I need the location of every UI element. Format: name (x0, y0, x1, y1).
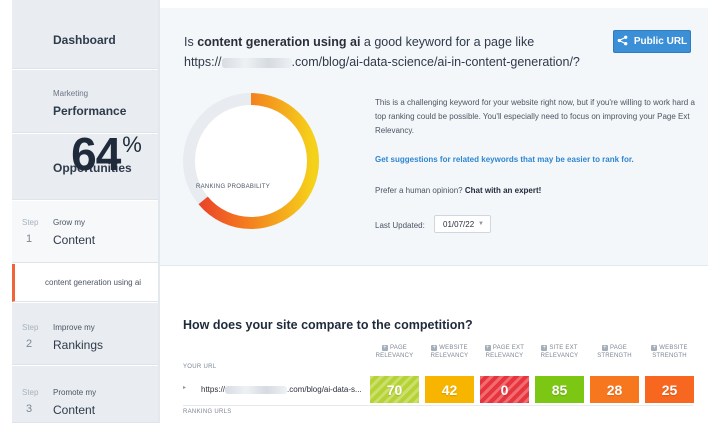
score-cell[interactable]: 42 (425, 376, 474, 403)
column-header-line2: RELEVANCY (485, 353, 524, 359)
sidebar-item-dashboard[interactable]: Dashboard (12, 0, 158, 69)
step-word: Step (22, 218, 39, 227)
ranking-probability-gauge (183, 93, 319, 229)
chevron-down-icon: ▼ (478, 221, 484, 227)
share-icon (617, 35, 628, 49)
column-header-line2: RELEVANCY (540, 353, 579, 359)
column-header-line2: RELEVANCY (430, 353, 469, 359)
sidebar-item-marketing-performance[interactable]: Marketing Performance (12, 70, 158, 133)
column-header-line1: PAGE (389, 345, 408, 351)
column-header-line1: WEBSITE (439, 345, 468, 351)
question-suffix: a good keyword for a page like (360, 35, 535, 49)
score-cell[interactable]: 0 (480, 376, 529, 403)
sidebar: Dashboard Marketing Performance Opportun… (0, 0, 160, 423)
advice-description: This is a challenging keyword for your w… (375, 98, 695, 135)
sidebar-item-sublabel: Marketing (53, 89, 89, 98)
sidebar-item-step-1[interactable]: Step 1 Grow my Content (12, 201, 158, 263)
column-header[interactable]: + PAGE EXT RELEVANCY (477, 344, 532, 360)
info-plus-icon: + (651, 345, 658, 351)
sidebar-item-label: Content (53, 403, 96, 417)
sidebar-item-label: Rankings (53, 338, 104, 352)
score-cell[interactable]: 70 (370, 376, 419, 403)
url-suffix: .com/blog/ai-data-science/ai-in-content-… (291, 55, 580, 69)
sidebar-item-step-2[interactable]: Step 2 Improve my Rankings (12, 303, 158, 365)
column-header-line2: RELEVANCY (375, 353, 414, 359)
last-updated-label: Last Updated: (375, 221, 425, 230)
column-header-line1: PAGE EXT (492, 345, 525, 351)
expand-row-caret-icon[interactable]: ▸ (183, 384, 186, 391)
page-url: https:// .com/blog/ai-data-science/ai-in-… (184, 55, 580, 69)
sidebar-item-label: Performance (53, 104, 127, 118)
info-plus-icon: + (484, 345, 491, 351)
question-prefix: Is (184, 35, 198, 49)
ranking-probability-label: RANKING PROBABILITY (195, 184, 271, 190)
row-divider (183, 405, 693, 406)
sidebar-subitem-label: content generation using ai (45, 278, 142, 287)
column-header[interactable]: + WEBSITE RELEVANCY (422, 344, 477, 360)
url-prefix: https:// (184, 55, 222, 69)
chat-expert-link[interactable]: Chat with an expert! (465, 186, 541, 195)
row-url-prefix: https:// (201, 385, 226, 394)
human-opinion-text: Prefer a human opinion? Chat with an exp… (375, 186, 541, 195)
percent-sign: % (122, 132, 142, 157)
step-number: 3 (26, 403, 33, 415)
sidebar-item-step-3[interactable]: Step 3 Promote my Content (12, 366, 158, 423)
last-updated-select[interactable]: 01/07/22 ▼ (434, 215, 491, 233)
score-cell[interactable]: 28 (590, 376, 639, 403)
step-word: Step (22, 323, 39, 332)
column-header-line1: WEBSITE (659, 345, 688, 351)
info-plus-icon: + (601, 345, 608, 351)
sidebar-item-label: Dashboard (53, 33, 116, 47)
sidebar-item-sublabel: Improve my (53, 323, 95, 332)
info-plus-icon: + (431, 345, 438, 351)
last-updated-value: 01/07/22 (443, 220, 475, 229)
ranking-probability-value: 64% (56, 127, 156, 181)
sidebar-strip (0, 0, 12, 423)
info-plus-icon: + (381, 345, 388, 351)
competition-title: How does your site compare to the compet… (183, 318, 473, 332)
sidebar-item-sublabel: Promote my (53, 388, 97, 397)
row-url-suffix: .com/blog/ai-data-s... (287, 385, 362, 394)
column-header[interactable]: + PAGE STRENGTH (587, 344, 642, 360)
column-header-line1: PAGE (609, 345, 628, 351)
sidebar-item-label: Content (53, 233, 96, 247)
keyword-question: Is content generation using ai a good ke… (184, 35, 534, 49)
keyword-text: content generation using ai (197, 35, 361, 49)
step-word: Step (22, 388, 39, 397)
column-header[interactable]: + WEBSITE STRENGTH (642, 344, 697, 360)
step-number: 2 (26, 338, 33, 350)
redacted-domain (225, 385, 288, 394)
gauge-number: 64 (71, 128, 121, 180)
public-url-label: Public URL (633, 36, 688, 47)
public-url-button[interactable]: Public URL (613, 30, 691, 53)
your-url-label: YOUR URL (183, 364, 217, 370)
column-header-line2: STRENGTH (652, 353, 687, 359)
sidebar-subitem-keyword[interactable]: content generation using ai (12, 264, 158, 302)
column-header-line1: SITE EXT (549, 345, 578, 351)
ranking-urls-label: RANKING URLS (183, 409, 232, 415)
step-number: 1 (26, 233, 33, 245)
your-url: https:// .com/blog/ai-data-s... (201, 385, 362, 394)
redacted-domain (221, 57, 292, 68)
suggestions-link[interactable]: Get suggestions for related keywords tha… (375, 155, 634, 164)
column-header-line2: STRENGTH (597, 353, 632, 359)
info-plus-icon: + (541, 345, 548, 351)
sidebar-item-sublabel: Grow my (53, 218, 85, 227)
score-cell[interactable]: 25 (645, 376, 694, 403)
column-header[interactable]: + PAGE RELEVANCY (367, 344, 422, 360)
score-cell[interactable]: 85 (535, 376, 584, 403)
column-header[interactable]: + SITE EXT RELEVANCY (532, 344, 587, 360)
prefer-label: Prefer a human opinion? (375, 186, 465, 195)
